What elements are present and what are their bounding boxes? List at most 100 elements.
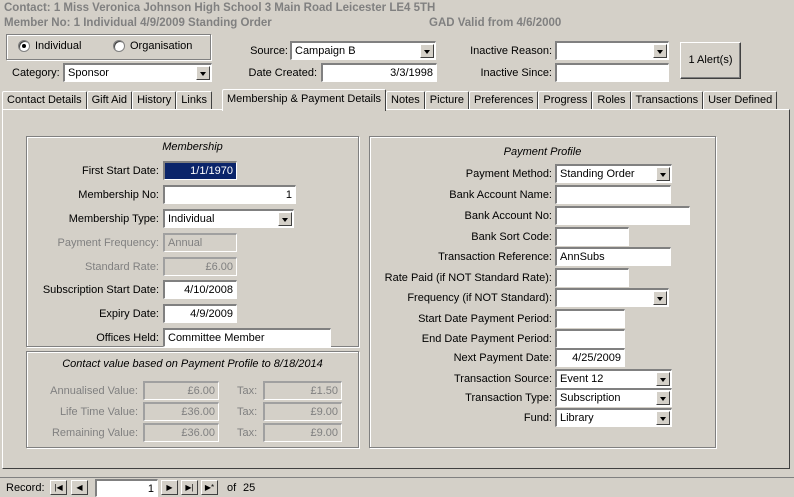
subscription-start-date-field[interactable]: 4/10/2008 (163, 280, 237, 299)
fund-value: Library (560, 412, 594, 424)
contact-value-title: Contact value based on Payment Profile t… (62, 358, 323, 370)
category-label: Category: (12, 67, 60, 79)
life-time-value-field: £36.00 (143, 402, 219, 421)
membership-no-label: Membership No: (78, 189, 159, 201)
transaction-reference-field[interactable]: AnnSubs (555, 247, 671, 266)
start-date-payment-period-field[interactable] (555, 309, 625, 328)
transaction-reference-label: Transaction Reference: (438, 251, 552, 263)
end-date-payment-period-label: End Date Payment Period: (421, 333, 552, 345)
chevron-down-icon[interactable] (656, 391, 670, 405)
category-value: Sponsor (68, 67, 109, 79)
previous-record-icon[interactable]: ◀ (71, 480, 88, 495)
bank-account-no-field[interactable] (555, 206, 690, 225)
current-record-field[interactable]: 1 (95, 479, 158, 497)
frequency-combo[interactable] (555, 288, 669, 307)
tab-progress[interactable]: Progress (538, 91, 593, 110)
fund-combo[interactable]: Library (555, 408, 672, 427)
first-start-date-field[interactable]: 1/1/1970 (163, 161, 237, 180)
tab-roles[interactable]: Roles (592, 91, 631, 110)
organisation-label: Organisation (130, 40, 193, 52)
tab-user-defined[interactable]: User Defined (703, 91, 778, 110)
transaction-source-combo[interactable]: Event 12 (555, 369, 672, 388)
record-of-label: of (227, 482, 237, 494)
annualised-value-label: Annualised Value: (50, 385, 138, 397)
bank-account-name-field[interactable] (555, 185, 671, 204)
contact-header: Contact: 1 Miss Veronica Johnson High Sc… (4, 2, 436, 14)
expiry-date-field[interactable]: 4/9/2009 (163, 304, 237, 323)
payment-method-combo[interactable]: Standing Order (555, 164, 672, 183)
tab-strip: Contact Details Gift Aid History Links M… (2, 89, 778, 111)
tab-links[interactable]: Links (176, 91, 212, 110)
chevron-down-icon[interactable] (653, 291, 667, 305)
bank-sort-code-field[interactable] (555, 227, 629, 246)
chevron-down-icon[interactable] (196, 66, 210, 80)
category-combo[interactable]: Sponsor (63, 63, 212, 82)
member-header: Member No: 1 Individual 4/9/2009 Standin… (4, 17, 272, 29)
next-payment-date-field[interactable]: 4/25/2009 (555, 348, 625, 367)
individual-label: Individual (35, 40, 82, 52)
gad-header: GAD Valid from 4/6/2000 (429, 17, 562, 29)
new-record-icon[interactable]: ▶* (201, 480, 218, 495)
source-combo[interactable]: Campaign B (290, 41, 436, 60)
inactive-since-field[interactable] (555, 63, 669, 82)
membership-type-combo[interactable]: Individual (163, 209, 294, 228)
standard-rate-field: £6.00 (163, 257, 237, 276)
organisation-radio[interactable] (113, 40, 125, 52)
inactive-reason-combo[interactable] (555, 41, 669, 60)
bank-sort-code-label: Bank Sort Code: (471, 231, 552, 243)
membership-type-label: Membership Type: (68, 213, 159, 225)
life-time-value-label: Life Time Value: (59, 406, 138, 418)
chevron-down-icon[interactable] (656, 167, 670, 181)
remaining-value-label: Remaining Value: (51, 427, 138, 439)
life-time-tax-label: Tax: (237, 406, 258, 418)
end-date-payment-period-field[interactable] (555, 329, 625, 348)
membership-no-field[interactable]: 1 (163, 185, 296, 204)
fund-label: Fund: (523, 412, 552, 424)
rate-paid-field[interactable] (555, 268, 629, 287)
subscription-start-date-label: Subscription Start Date: (42, 284, 159, 296)
inactive-reason-label: Inactive Reason: (470, 45, 552, 57)
source-label: Source: (250, 45, 288, 57)
tab-picture[interactable]: Picture (424, 91, 470, 110)
tab-membership-payment-details[interactable]: Membership & Payment Details (221, 89, 387, 111)
transaction-source-label: Transaction Source: (453, 373, 552, 385)
tab-notes[interactable]: Notes (386, 91, 425, 110)
annualised-tax-field: £1.50 (263, 381, 342, 400)
last-record-icon[interactable]: ▶| (181, 480, 198, 495)
chevron-down-icon[interactable] (420, 44, 434, 58)
tab-transactions[interactable]: Transactions (630, 91, 704, 110)
tab-history[interactable]: History (132, 91, 177, 110)
date-created-label: Date Created: (248, 67, 317, 79)
rate-paid-label: Rate Paid (if NOT Standard Rate): (384, 272, 552, 284)
chevron-down-icon[interactable] (653, 44, 667, 58)
frequency-label: Frequency (if NOT Standard): (407, 292, 552, 304)
record-total: 25 (243, 482, 256, 494)
life-time-tax-field: £9.00 (263, 402, 342, 421)
record-label: Record: (6, 482, 45, 494)
chevron-down-icon[interactable] (278, 212, 292, 226)
membership-type-value: Individual (168, 213, 215, 225)
expiry-date-label: Expiry Date: (99, 308, 159, 320)
alerts-button[interactable]: 1 Alert(s) (680, 42, 741, 79)
next-record-icon[interactable]: ▶ (161, 480, 178, 495)
first-start-date-label: First Start Date: (81, 165, 159, 177)
bank-account-name-label: Bank Account Name: (449, 189, 552, 201)
annualised-tax-label: Tax: (237, 385, 258, 397)
payment-method-label: Payment Method: (465, 168, 552, 180)
individual-radio[interactable] (18, 40, 30, 52)
standard-rate-label: Standard Rate: (85, 261, 159, 273)
chevron-down-icon[interactable] (656, 411, 670, 425)
tab-contact-details[interactable]: Contact Details (2, 91, 87, 110)
offices-held-label: Offices Held: (96, 332, 159, 344)
remaining-value-field: £36.00 (143, 423, 219, 442)
chevron-down-icon[interactable] (656, 372, 670, 386)
tab-gift-aid[interactable]: Gift Aid (86, 91, 133, 110)
date-created-field[interactable]: 3/3/1998 (321, 63, 437, 82)
offices-held-field[interactable]: Committee Member (163, 328, 331, 347)
payment-frequency-field: Annual (163, 233, 237, 252)
first-record-icon[interactable]: |◀ (50, 480, 67, 495)
transaction-type-combo[interactable]: Subscription (555, 388, 672, 407)
tab-preferences[interactable]: Preferences (469, 91, 539, 110)
next-payment-date-label: Next Payment Date: (453, 352, 552, 364)
membership-title: Membership (162, 141, 223, 153)
